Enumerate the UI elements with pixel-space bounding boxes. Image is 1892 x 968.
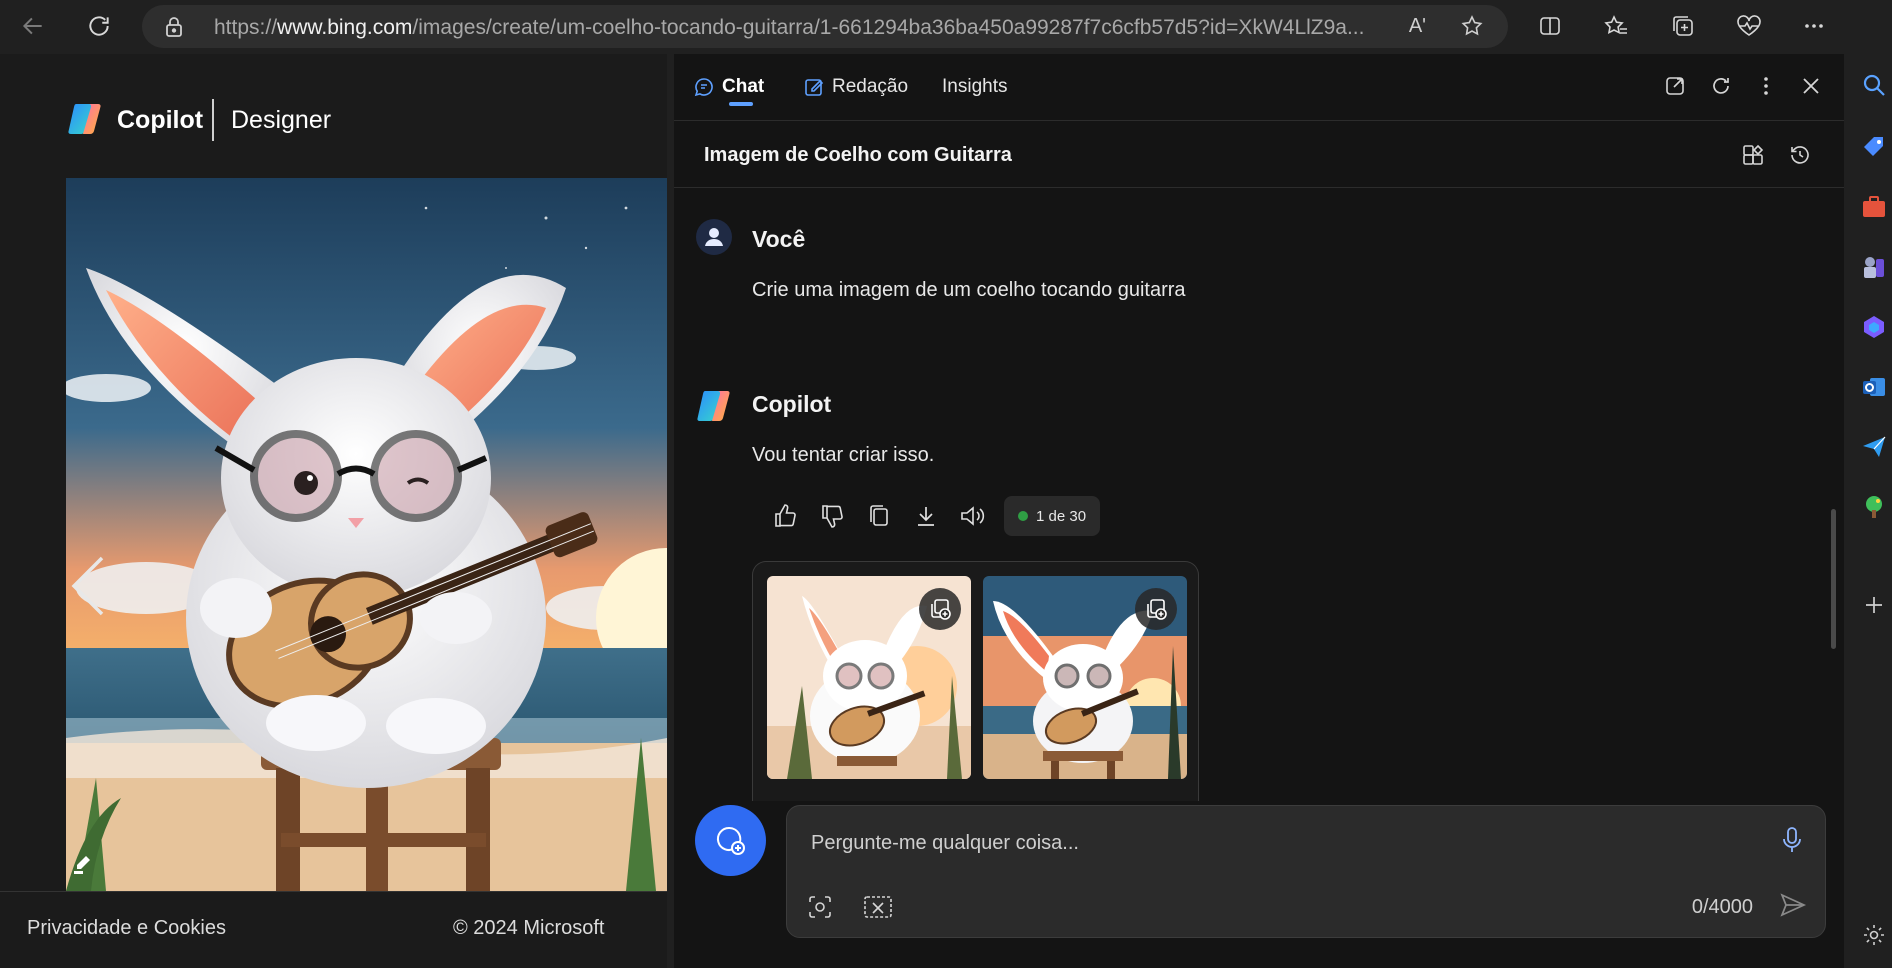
close-icon[interactable] [1800, 75, 1822, 97]
download-icon[interactable] [902, 494, 949, 538]
privacy-link[interactable]: Privacidade e Cookies [27, 917, 226, 940]
favorites-icon[interactable] [1598, 8, 1634, 44]
status-dot [1018, 511, 1028, 521]
tab-compose[interactable]: Redação [804, 76, 908, 98]
message-actions: 1 de 30 [761, 494, 1101, 538]
microphone-icon[interactable] [1781, 826, 1803, 854]
product-name[interactable]: Designer [231, 106, 331, 135]
tab-label: Chat [722, 76, 765, 97]
history-icon[interactable] [1788, 143, 1812, 167]
browser-toolbar: https://www.bing.com/images/create/um-co… [0, 0, 1892, 53]
designer-panel: Copilot Designer Privacidade e Cookies ©… [0, 54, 667, 968]
new-topic-button[interactable] [695, 805, 766, 876]
open-in-new-tab-icon[interactable] [1664, 75, 1686, 97]
chat-bubble-icon [694, 78, 713, 97]
thumbs-down-icon[interactable] [808, 494, 855, 538]
browser-sidebar [1844, 0, 1892, 968]
sidebar-settings-gear-icon[interactable] [1857, 918, 1891, 952]
search-icon[interactable] [1857, 68, 1891, 102]
active-tab-indicator [729, 102, 753, 106]
brand-divider [212, 99, 214, 141]
lock-icon [164, 16, 184, 38]
settings-more-icon[interactable] [1796, 8, 1832, 44]
read-aloud-speaker-icon[interactable] [949, 494, 996, 538]
message-author: Você [752, 226, 806, 252]
chat-input-placeholder[interactable]: Pergunte-me qualquer coisa... [811, 832, 1079, 855]
copilot-logo-icon [68, 104, 101, 134]
games-icon[interactable] [1857, 250, 1891, 284]
conversation-title: Imagem de Coelho com Guitarra [704, 144, 1012, 166]
thumbs-up-icon[interactable] [761, 494, 808, 538]
title-divider [674, 187, 1844, 188]
chat-scrollbar[interactable] [1831, 509, 1836, 649]
copy-icon[interactable] [855, 494, 902, 538]
add-sidebar-app-icon[interactable] [1857, 588, 1891, 622]
browser-essentials-icon[interactable] [1731, 8, 1767, 44]
add-to-collection-icon[interactable] [1135, 588, 1177, 630]
generated-image-thumbnail[interactable] [767, 576, 971, 779]
tab-label: Insights [942, 76, 1008, 97]
previous-image-arrow-icon[interactable] [70, 554, 106, 618]
tab-chat[interactable]: Chat [694, 76, 764, 98]
url-text: https://www.bing.com/images/create/um-co… [214, 16, 1365, 39]
more-options-icon[interactable] [1755, 75, 1777, 97]
message-text: Crie uma imagem de um coelho tocando gui… [752, 279, 1186, 301]
compose-edit-icon [805, 79, 824, 96]
drop-send-icon[interactable] [1857, 430, 1891, 464]
image-credit-icon [72, 854, 92, 878]
shopping-tag-icon[interactable] [1857, 130, 1891, 164]
add-to-collection-icon[interactable] [919, 588, 961, 630]
generated-images-gallery [752, 561, 1199, 801]
copilot-logo-icon [697, 391, 730, 421]
refresh-icon[interactable] [1710, 75, 1732, 97]
add-favorite-star-icon[interactable] [1460, 14, 1484, 38]
generated-image-thumbnail[interactable] [983, 576, 1187, 779]
visual-search-icon[interactable] [807, 894, 833, 920]
chat-input-box[interactable]: Pergunte-me qualquer coisa... 0/4000 [786, 805, 1826, 938]
read-aloud-icon[interactable]: Aʹ [1409, 15, 1426, 38]
send-icon[interactable] [1779, 892, 1807, 918]
message-text: Vou tentar criar isso. [752, 444, 935, 466]
response-counter: 1 de 30 [1004, 496, 1101, 536]
designer-footer: Privacidade e Cookies © 2024 Microsoft [0, 891, 667, 968]
refresh-button[interactable] [81, 8, 117, 44]
address-bar[interactable]: https://www.bing.com/images/create/um-co… [142, 5, 1508, 48]
user-avatar [696, 219, 732, 255]
tree-plant-icon[interactable] [1857, 490, 1891, 524]
new-chat-icon [716, 826, 745, 855]
tab-label: Redação [832, 76, 909, 97]
tab-insights[interactable]: Insights [942, 76, 1007, 98]
split-screen-icon[interactable] [1532, 8, 1568, 44]
copyright-text: © 2024 Microsoft [453, 917, 605, 939]
tools-briefcase-icon[interactable] [1857, 190, 1891, 224]
copilot-sidebar-panel: Chat Redação Insights Imagem de Coelho c… [674, 54, 1844, 968]
designer-header: Copilot Designer [0, 54, 667, 178]
screenshot-capture-icon[interactable] [863, 894, 893, 920]
brand-name[interactable]: Copilot [117, 106, 203, 135]
plugins-icon[interactable] [1741, 143, 1765, 167]
generated-image-preview[interactable] [66, 178, 667, 891]
outlook-icon[interactable] [1857, 370, 1891, 404]
microsoft-365-icon[interactable] [1857, 310, 1891, 344]
copilot-tab-bar: Chat Redação Insights [674, 54, 1844, 121]
message-author: Copilot [752, 391, 832, 417]
back-button[interactable] [15, 8, 51, 44]
response-counter-text: 1 de 30 [1036, 507, 1087, 525]
character-counter: 0/4000 [1691, 896, 1753, 918]
collections-icon[interactable] [1665, 8, 1701, 44]
